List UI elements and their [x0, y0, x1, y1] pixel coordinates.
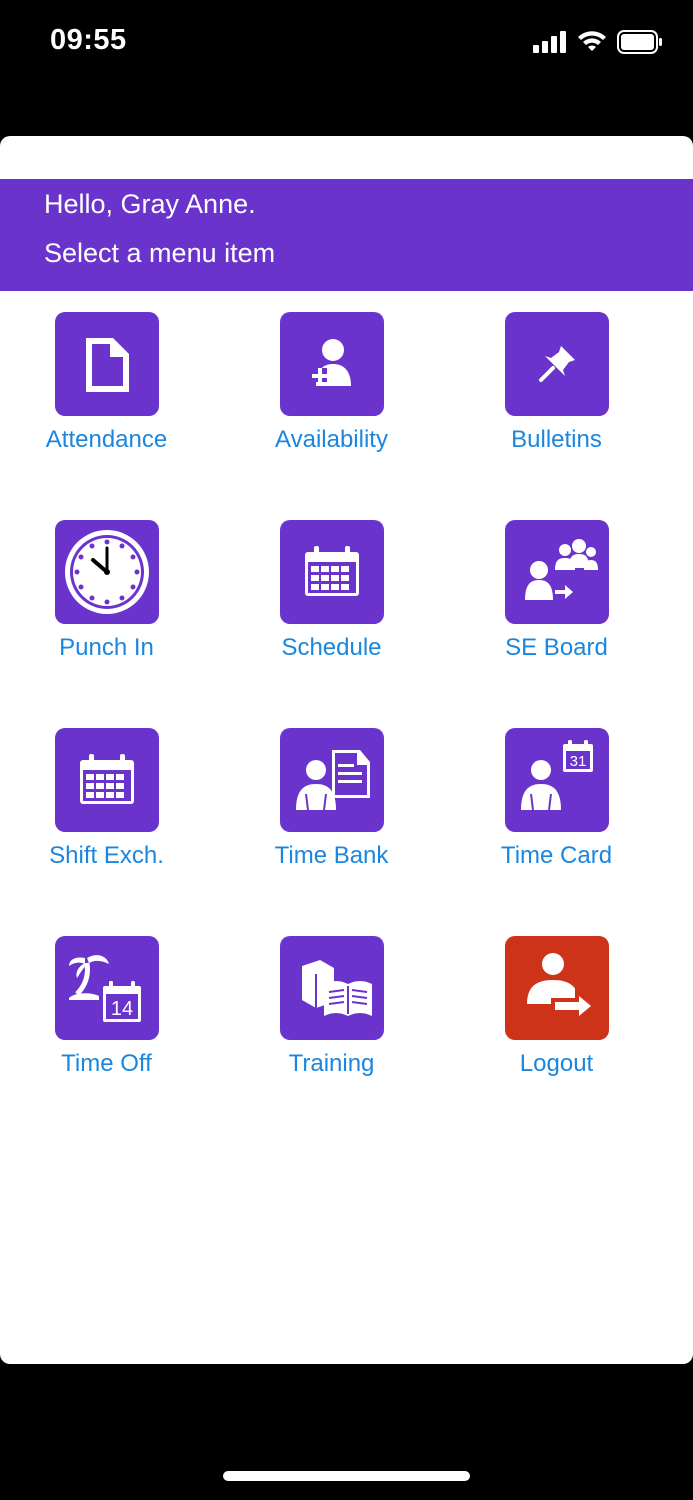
calendar-icon: [79, 754, 134, 804]
time-off-date: 14: [110, 998, 132, 1020]
logout-tile[interactable]: [504, 936, 609, 1040]
header-banner: Hello, Gray Anne. Select a menu item: [0, 179, 693, 291]
pushpin-icon: [538, 346, 575, 382]
status-bar: 09:55: [0, 0, 693, 90]
menu-sheet: Hello, Gray Anne. Select a menu item Att…: [0, 136, 693, 1364]
time-bank-tile[interactable]: [279, 728, 384, 832]
menu-item-training[interactable]: Training: [219, 936, 444, 1126]
menu-item-bulletins[interactable]: Bulletins: [444, 312, 669, 502]
menu-label[interactable]: Training: [219, 1050, 444, 1078]
menu-item-time-off[interactable]: 14 Time Off: [0, 936, 219, 1126]
menu-label[interactable]: Punch In: [0, 634, 219, 662]
palm-calendar-icon: 14: [68, 955, 141, 1022]
battery-icon: [617, 30, 662, 54]
calendar-icon: [304, 546, 359, 596]
attendance-tile[interactable]: [54, 312, 159, 416]
menu-label[interactable]: Schedule: [219, 634, 444, 662]
menu-item-schedule[interactable]: Schedule: [219, 520, 444, 710]
menu-item-punch-in[interactable]: Punch In: [0, 520, 219, 710]
schedule-tile[interactable]: [279, 520, 384, 624]
menu-item-shift-exch[interactable]: Shift Exch.: [0, 728, 219, 918]
menu-label[interactable]: Attendance: [0, 426, 219, 454]
signal-icon: [533, 31, 566, 53]
menu-label[interactable]: Time Off: [0, 1050, 219, 1078]
time-off-tile[interactable]: 14: [54, 936, 159, 1040]
training-tile[interactable]: [279, 936, 384, 1040]
menu-label[interactable]: Logout: [444, 1050, 669, 1078]
menu-label[interactable]: Time Bank: [219, 842, 444, 870]
books-icon: [301, 960, 372, 1016]
wifi-icon: [578, 31, 606, 51]
user-calendar-icon: 31: [520, 740, 593, 811]
availability-tile[interactable]: [279, 312, 384, 416]
menu-label[interactable]: SE Board: [444, 634, 669, 662]
greeting-text: Hello, Gray Anne.: [44, 189, 256, 219]
user-plus-icon: [311, 339, 351, 386]
menu-label[interactable]: Time Card: [444, 842, 669, 870]
subtitle-text: Select a menu item: [44, 238, 276, 268]
home-indicator[interactable]: [223, 1471, 470, 1481]
group-icon: [524, 539, 598, 600]
menu-item-availability[interactable]: Availability: [219, 312, 444, 502]
menu-item-time-bank[interactable]: Time Bank: [219, 728, 444, 918]
menu-item-attendance[interactable]: Attendance: [0, 312, 219, 502]
document-icon: [85, 338, 129, 392]
bulletins-tile[interactable]: [504, 312, 609, 416]
logout-icon: [526, 953, 597, 1024]
clock-icon: [64, 530, 149, 614]
se-board-tile[interactable]: [504, 520, 609, 624]
punch-in-tile[interactable]: [54, 520, 159, 624]
menu-label[interactable]: Bulletins: [444, 426, 669, 454]
user-document-icon: [295, 750, 370, 811]
menu-label[interactable]: Availability: [219, 426, 444, 454]
menu-label[interactable]: Shift Exch.: [0, 842, 219, 870]
time-card-date: 31: [569, 753, 586, 770]
shift-exch-tile[interactable]: [54, 728, 159, 832]
menu-item-time-card[interactable]: 31 Time Card: [444, 728, 669, 918]
status-icons: [533, 30, 663, 54]
menu-item-se-board[interactable]: SE Board: [444, 520, 669, 710]
menu-item-logout[interactable]: Logout: [444, 936, 669, 1126]
status-time: 09:55: [50, 24, 127, 56]
time-card-tile[interactable]: 31: [504, 728, 609, 832]
